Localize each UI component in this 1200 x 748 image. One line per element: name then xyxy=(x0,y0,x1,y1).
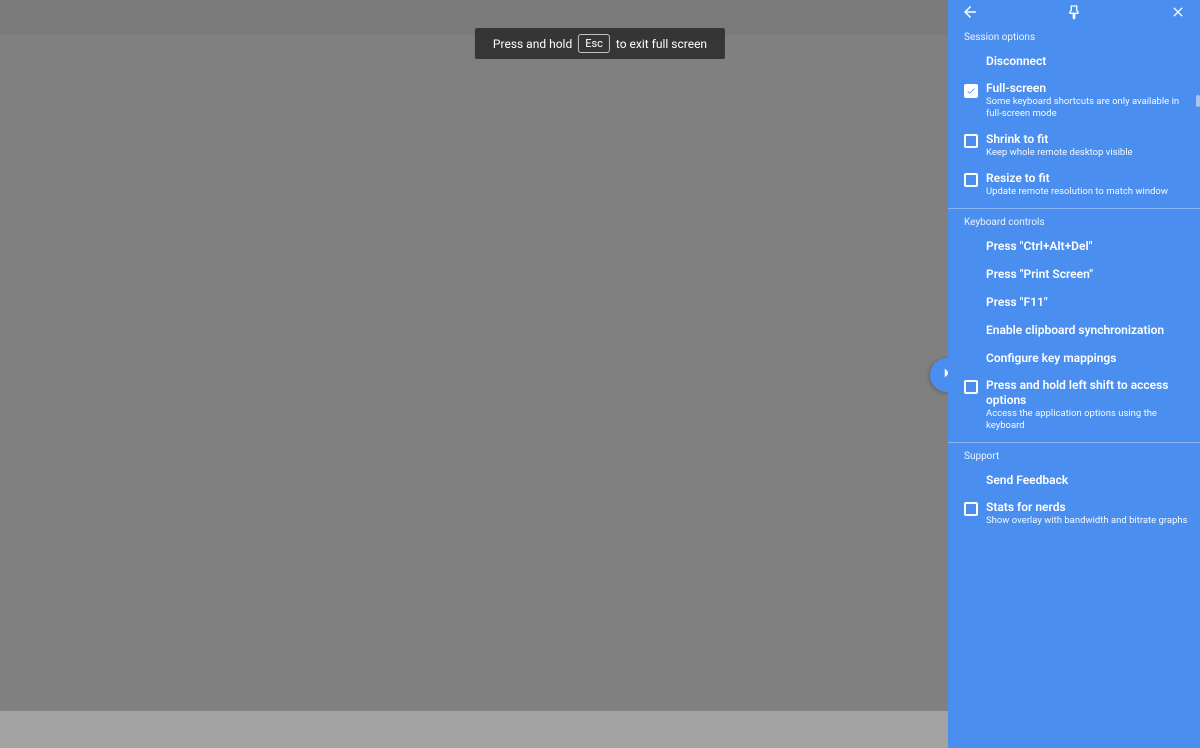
esc-key-icon: Esc xyxy=(578,34,610,53)
section-divider xyxy=(948,208,1200,209)
keyboard-controls-title: Keyboard controls xyxy=(948,213,1200,232)
close-button[interactable] xyxy=(1166,2,1190,26)
fullscreen-sub: Some keyboard shortcuts are only availab… xyxy=(986,96,1188,120)
leftshift-checkbox[interactable] xyxy=(964,380,978,394)
clipboard-sync-button[interactable]: Enable clipboard synchronization xyxy=(948,316,1200,344)
session-options-title: Session options xyxy=(948,28,1200,47)
remote-desktop-area[interactable] xyxy=(0,0,948,748)
toast-post-text: to exit full screen xyxy=(616,37,707,51)
stats-sub: Show overlay with bandwidth and bitrate … xyxy=(986,515,1188,527)
resize-sub: Update remote resolution to match window xyxy=(986,186,1188,198)
stage-bottom-band xyxy=(0,711,948,748)
section-divider xyxy=(948,442,1200,443)
resize-checkbox[interactable] xyxy=(964,173,978,187)
leftshift-sub: Access the application options using the… xyxy=(986,408,1188,432)
disconnect-button[interactable]: Disconnect xyxy=(948,47,1200,75)
stats-label: Stats for nerds xyxy=(986,500,1188,515)
toast-pre-text: Press and hold xyxy=(493,37,572,51)
resize-label: Resize to fit xyxy=(986,171,1188,186)
press-printscreen-button[interactable]: Press "Print Screen" xyxy=(948,260,1200,288)
back-button[interactable] xyxy=(958,2,982,26)
options-panel: Session options Disconnect Full-screen S… xyxy=(948,0,1200,748)
panel-header xyxy=(948,0,1200,28)
fullscreen-label: Full-screen xyxy=(986,81,1188,96)
fullscreen-exit-toast: Press and hold Esc to exit full screen xyxy=(475,28,725,59)
pin-button[interactable] xyxy=(1062,2,1086,26)
stats-checkbox[interactable] xyxy=(964,502,978,516)
leftshift-option[interactable]: Press and hold left shift to access opti… xyxy=(948,372,1200,438)
leftshift-label: Press and hold left shift to access opti… xyxy=(986,378,1188,408)
shrink-sub: Keep whole remote desktop visible xyxy=(986,147,1188,159)
shrink-option[interactable]: Shrink to fit Keep whole remote desktop … xyxy=(948,126,1200,165)
fullscreen-option[interactable]: Full-screen Some keyboard shortcuts are … xyxy=(948,75,1200,126)
close-icon xyxy=(1170,4,1186,24)
resize-option[interactable]: Resize to fit Update remote resolution t… xyxy=(948,165,1200,204)
stats-option[interactable]: Stats for nerds Show overlay with bandwi… xyxy=(948,494,1200,533)
shrink-label: Shrink to fit xyxy=(986,132,1188,147)
send-feedback-button[interactable]: Send Feedback xyxy=(948,466,1200,494)
press-cad-button[interactable]: Press "Ctrl+Alt+Del" xyxy=(948,232,1200,260)
fullscreen-checkbox[interactable] xyxy=(964,84,978,98)
arrow-left-icon xyxy=(961,3,979,25)
panel-scroll-thumb[interactable] xyxy=(1196,95,1200,107)
shrink-checkbox[interactable] xyxy=(964,134,978,148)
press-f11-button[interactable]: Press "F11" xyxy=(948,288,1200,316)
configure-keymap-button[interactable]: Configure key mappings xyxy=(948,344,1200,372)
pin-icon xyxy=(1066,4,1082,24)
support-title: Support xyxy=(948,447,1200,466)
